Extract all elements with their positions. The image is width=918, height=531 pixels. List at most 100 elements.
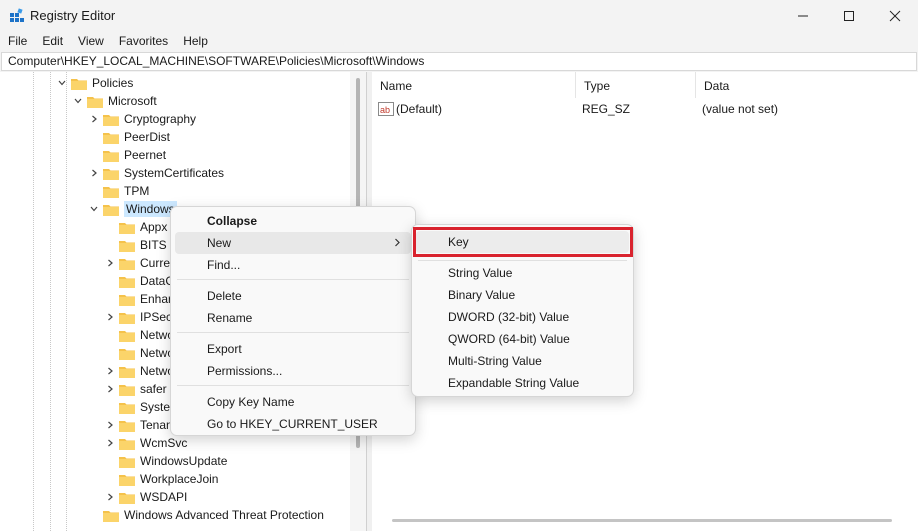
menu-item-permissions[interactable]: Permissions... xyxy=(175,360,411,382)
tree-label: TPM xyxy=(124,184,150,198)
menu-help[interactable]: Help xyxy=(175,32,215,52)
chevron-right-icon[interactable] xyxy=(104,254,116,272)
close-button[interactable] xyxy=(872,0,918,32)
menu-item-multi-string-value[interactable]: Multi-String Value xyxy=(416,350,629,372)
tree-item-system[interactable]: Systen xyxy=(104,398,177,416)
menu-item-new[interactable]: New xyxy=(175,232,411,254)
tree-label: Curre xyxy=(140,256,171,270)
chevron-right-icon[interactable] xyxy=(104,488,116,506)
tree-item-cryptography[interactable]: Cryptography xyxy=(88,110,196,128)
values-scrollbar-thumb[interactable] xyxy=(392,519,892,522)
tree-label: Appx xyxy=(140,220,168,234)
tree-guide-line xyxy=(33,72,34,531)
title-bar: Registry Editor xyxy=(0,0,918,32)
maximize-icon xyxy=(844,11,854,21)
tree-item-curre[interactable]: Curre xyxy=(104,254,170,272)
address-bar[interactable]: Computer\HKEY_LOCAL_MACHINE\SOFTWARE\Pol… xyxy=(1,52,917,71)
tree-label: Netwo xyxy=(140,346,175,360)
tree-label: PeerDist xyxy=(124,130,171,144)
menu-separator xyxy=(418,260,627,261)
menu-item-delete[interactable]: Delete xyxy=(175,285,411,307)
tree-item-netwo[interactable]: Netwo xyxy=(104,326,174,344)
chevron-right-icon[interactable] xyxy=(104,434,116,452)
context-menu: Collapse New Find... Delete Rename Expor… xyxy=(170,206,416,436)
tree-label: Microsoft xyxy=(108,94,157,108)
tree-label: WcmSvc xyxy=(140,436,188,450)
tree-item-policies[interactable]: Policies xyxy=(56,74,133,92)
column-header-data[interactable]: Data xyxy=(696,72,918,98)
menu-item-expandable-string-value[interactable]: Expandable String Value xyxy=(416,372,629,394)
tree-item-bits[interactable]: BITS xyxy=(104,236,167,254)
highlight-box xyxy=(413,227,633,257)
menu-item-goto-hkcu[interactable]: Go to HKEY_CURRENT_USER xyxy=(175,413,411,435)
menu-item-dword-value[interactable]: DWORD (32-bit) Value xyxy=(416,306,629,328)
folder-icon xyxy=(119,420,135,432)
svg-text:ab: ab xyxy=(380,105,390,115)
tree-item-appx[interactable]: Appx xyxy=(104,218,167,236)
chevron-right-icon[interactable] xyxy=(104,362,116,380)
tree-item-wcmsvc[interactable]: WcmSvc xyxy=(104,434,187,452)
chevron-down-icon[interactable] xyxy=(72,92,84,110)
menu-favorites[interactable]: Favorites xyxy=(111,32,175,52)
minimize-button[interactable] xyxy=(780,0,826,32)
menu-item-string-value[interactable]: String Value xyxy=(416,262,629,284)
folder-icon xyxy=(119,240,135,252)
tree-item-windowsupdate[interactable]: WindowsUpdate xyxy=(104,452,227,470)
tree-item-windows[interactable]: Windows xyxy=(88,200,177,218)
chevron-right-icon[interactable] xyxy=(104,416,116,434)
chevron-right-icon[interactable] xyxy=(104,308,116,326)
menu-file[interactable]: File xyxy=(0,32,34,52)
folder-icon xyxy=(119,474,135,486)
tree-label: BITS xyxy=(140,238,167,252)
folder-icon xyxy=(119,348,135,360)
menu-item-qword-value[interactable]: QWORD (64-bit) Value xyxy=(416,328,629,350)
tree-item-peernet[interactable]: Peernet xyxy=(88,146,166,164)
tree-label: Enhar xyxy=(140,292,173,306)
tree-item-datac[interactable]: DataC xyxy=(104,272,174,290)
value-row-name[interactable]: ab (Default) xyxy=(378,100,578,118)
tree-item-tpm[interactable]: TPM xyxy=(88,182,149,200)
menu-item-export[interactable]: Export xyxy=(175,338,411,360)
folder-icon xyxy=(119,222,135,234)
tree-item-workplacejoin[interactable]: WorkplaceJoin xyxy=(104,470,218,488)
minimize-icon xyxy=(798,15,808,17)
value-data: (value not set) xyxy=(702,102,779,116)
chevron-right-icon[interactable] xyxy=(88,110,100,128)
tree-item-enhar[interactable]: Enhar xyxy=(104,290,172,308)
menu-item-copy-key-name[interactable]: Copy Key Name xyxy=(175,391,411,413)
chevron-right-icon[interactable] xyxy=(104,380,116,398)
tree-label: safer xyxy=(140,382,167,396)
menu-item-collapse[interactable]: Collapse xyxy=(175,210,411,232)
tree-item-ipsec[interactable]: IPSec xyxy=(104,308,172,326)
tree-item-windows-advanced-threat-protection[interactable]: Windows Advanced Threat Protection xyxy=(88,506,324,524)
tree-item-tenant[interactable]: Tenan xyxy=(104,416,173,434)
tree-item-wsdapi[interactable]: WSDAPI xyxy=(104,488,187,506)
chevron-down-icon[interactable] xyxy=(88,200,100,218)
menu-view[interactable]: View xyxy=(70,32,111,52)
chevron-right-icon[interactable] xyxy=(88,164,100,182)
menu-item-find[interactable]: Find... xyxy=(175,254,411,276)
maximize-button[interactable] xyxy=(826,0,872,32)
tree-item-peerdist[interactable]: PeerDist xyxy=(88,128,170,146)
column-header-type[interactable]: Type xyxy=(576,72,696,98)
tree-item-netwo[interactable]: Netwo xyxy=(104,344,174,362)
tree-item-netwo[interactable]: Netwo xyxy=(104,362,174,380)
tree-item-systemcertificates[interactable]: SystemCertificates xyxy=(88,164,224,182)
tree-item-microsoft[interactable]: Microsoft xyxy=(72,92,157,110)
menu-item-rename[interactable]: Rename xyxy=(175,307,411,329)
chevron-down-icon[interactable] xyxy=(56,74,68,92)
string-value-icon: ab xyxy=(378,102,394,116)
folder-icon xyxy=(103,132,119,144)
menu-item-binary-value[interactable]: Binary Value xyxy=(416,284,629,306)
folder-icon xyxy=(119,384,135,396)
tree-label: Peernet xyxy=(124,148,167,162)
menu-edit[interactable]: Edit xyxy=(34,32,70,52)
registry-editor-icon xyxy=(10,8,24,22)
tree-item-safer[interactable]: safer xyxy=(104,380,167,398)
menu-separator xyxy=(177,385,409,386)
column-header-name[interactable]: Name xyxy=(372,72,576,98)
folder-icon xyxy=(119,366,135,378)
tree-label: WSDAPI xyxy=(140,490,188,504)
value-name: (Default) xyxy=(396,102,443,116)
folder-icon xyxy=(119,294,135,306)
